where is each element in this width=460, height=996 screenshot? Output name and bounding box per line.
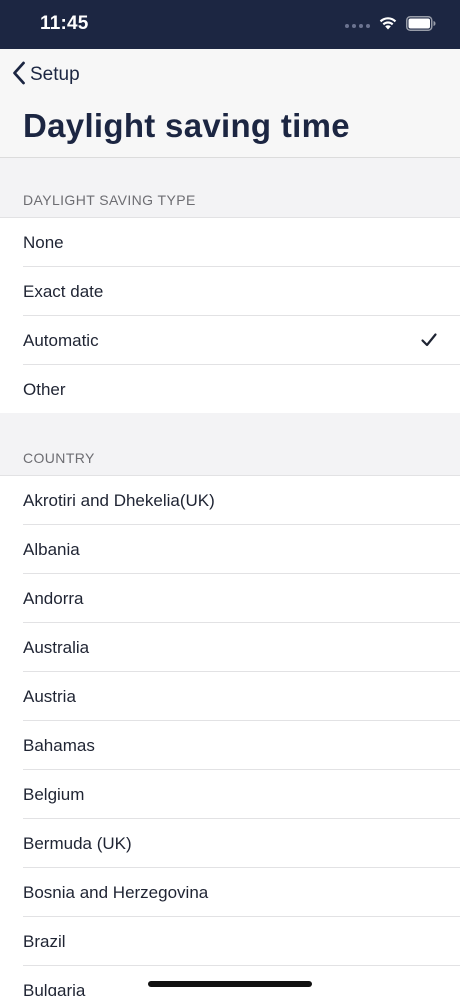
- country-label: Bosnia and Herzegovina: [23, 883, 209, 902]
- status-indicators: [345, 15, 436, 36]
- country-row[interactable]: Andorra: [0, 574, 460, 623]
- country-row[interactable]: Bosnia and Herzegovina: [0, 868, 460, 917]
- dst-option-automatic[interactable]: Automatic: [0, 316, 460, 365]
- country-row[interactable]: Belgium: [0, 770, 460, 819]
- country-row[interactable]: Australia: [0, 623, 460, 672]
- dst-option-exact-date[interactable]: Exact date: [0, 267, 460, 316]
- page-title: Daylight saving time: [23, 107, 350, 144]
- chevron-left-icon: [12, 61, 26, 90]
- section-header-dst-type: DAYLIGHT SAVING TYPE: [0, 158, 460, 217]
- country-label: Austria: [23, 687, 76, 706]
- option-label: Exact date: [23, 282, 104, 301]
- country-label: Bulgaria: [23, 981, 86, 996]
- country-row[interactable]: Austria: [0, 672, 460, 721]
- status-time: 11:45: [40, 13, 89, 34]
- battery-icon: [406, 15, 436, 36]
- dst-option-none[interactable]: None: [0, 218, 460, 267]
- country-label: Bermuda (UK): [23, 834, 132, 853]
- country-label: Brazil: [23, 932, 66, 951]
- cellular-signal-icon: [345, 23, 370, 28]
- country-label: Belgium: [23, 785, 85, 804]
- country-label: Albania: [23, 540, 80, 559]
- dst-type-list: None Exact date Automatic Other: [0, 217, 460, 414]
- section-header-country: COUNTRY: [0, 413, 460, 475]
- country-row[interactable]: Brazil: [0, 917, 460, 966]
- country-row[interactable]: Albania: [0, 525, 460, 574]
- country-label: Australia: [23, 638, 90, 657]
- country-label: Akrotiri and Dhekelia(UK): [23, 491, 215, 510]
- country-row[interactable]: Akrotiri and Dhekelia(UK): [0, 476, 460, 525]
- navigation-bar: Setup Daylight saving time: [0, 49, 460, 158]
- country-label: Andorra: [23, 589, 84, 608]
- back-button[interactable]: Setup: [12, 61, 80, 89]
- checkmark-icon: [420, 331, 438, 349]
- back-button-label: Setup: [30, 64, 80, 85]
- country-label: Bahamas: [23, 736, 95, 755]
- option-label: Other: [23, 380, 66, 399]
- option-label: None: [23, 233, 64, 252]
- section-header-label: COUNTRY: [23, 450, 95, 466]
- country-row[interactable]: Bermuda (UK): [0, 819, 460, 868]
- wifi-icon: [378, 15, 398, 36]
- dst-option-other[interactable]: Other: [0, 365, 460, 414]
- screen: 11:45 Setup Daylight saving time DAYLIGH…: [0, 0, 460, 996]
- option-label: Automatic: [23, 331, 99, 350]
- country-list: Akrotiri and Dhekelia(UK) Albania Andorr…: [0, 475, 460, 996]
- status-bar: 11:45: [0, 0, 460, 49]
- home-indicator[interactable]: [148, 981, 312, 987]
- section-header-label: DAYLIGHT SAVING TYPE: [23, 192, 196, 208]
- country-row[interactable]: Bahamas: [0, 721, 460, 770]
